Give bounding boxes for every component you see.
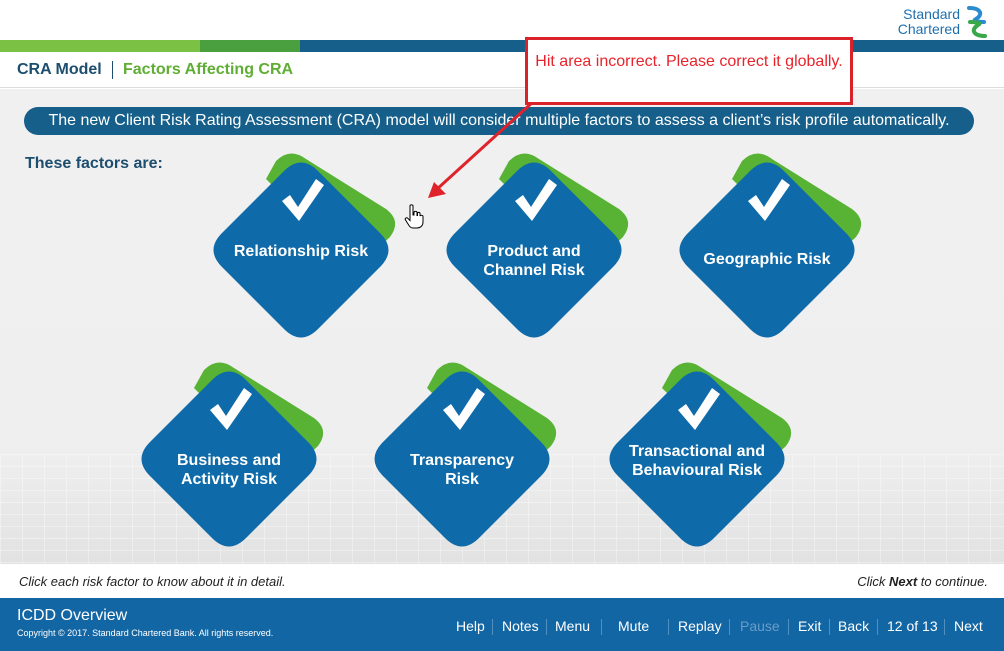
page-counter: 12 of 13	[887, 618, 938, 634]
back-button[interactable]: Back	[838, 618, 869, 634]
pause-button: Pause	[740, 618, 780, 634]
tile-relationship-risk[interactable]: Relationship Risk	[206, 149, 396, 354]
nav-divider	[668, 619, 669, 635]
course-title: ICDD Overview	[17, 607, 128, 624]
next-instruction: Click Next to continue.	[857, 574, 988, 589]
tile-label: Product and Channel Risk	[483, 243, 585, 279]
stripe-segment	[300, 40, 450, 52]
nav-divider	[601, 619, 602, 635]
breadcrumb-divider	[112, 61, 113, 79]
tile-transactional-behavioural-risk[interactable]: Transactional and Behavioural Risk	[602, 358, 792, 563]
tile-label: Geographic Risk	[703, 251, 831, 268]
factors-label: These factors are:	[25, 155, 163, 172]
tile-product-channel-risk[interactable]: Product and Channel Risk	[439, 149, 629, 354]
brand-name: Standard Chartered	[897, 6, 960, 37]
nav-divider	[788, 619, 789, 635]
next-button[interactable]: Next	[954, 618, 983, 634]
nav-divider	[492, 619, 493, 635]
stripe-segment	[0, 40, 200, 52]
tile-label: Transparency Risk	[409, 452, 515, 488]
instruction-bar: Click each risk factor to know about it …	[0, 564, 1004, 598]
breadcrumb-page-title: Factors Affecting CRA	[123, 61, 294, 78]
intro-banner: The new Client Risk Rating Assessment (C…	[24, 107, 974, 135]
mute-button[interactable]: Mute	[618, 618, 649, 634]
menu-button[interactable]: Menu	[555, 618, 590, 634]
replay-button[interactable]: Replay	[678, 618, 722, 634]
breadcrumb: CRA Model Factors Affecting CRA	[0, 52, 1004, 88]
tile-business-activity-risk[interactable]: Business and Activity Risk	[134, 358, 324, 563]
sc-logo-icon	[967, 6, 987, 38]
tile-label: Relationship Risk	[233, 243, 369, 260]
copyright-text: Copyright © 2017. Standard Chartered Ban…	[17, 628, 274, 638]
nav-divider	[829, 619, 830, 635]
top-bar: Standard Chartered	[0, 0, 1004, 40]
instruction-text: Click each risk factor to know about it …	[19, 574, 286, 589]
breadcrumb-model: CRA Model	[17, 61, 102, 78]
footer-bar: ICDD Overview Copyright © 2017. Standard…	[0, 598, 1004, 651]
color-stripe	[0, 40, 1004, 52]
notes-button[interactable]: Notes	[502, 618, 539, 634]
nav-divider	[944, 619, 945, 635]
review-annotation: Hit area incorrect. Please correct it gl…	[525, 37, 853, 105]
hand-cursor-icon	[404, 204, 424, 229]
nav-divider	[546, 619, 547, 635]
nav-divider	[877, 619, 878, 635]
tile-label: Transactional and Behavioural Risk	[628, 443, 766, 479]
brand: Standard Chartered	[898, 6, 990, 38]
help-button[interactable]: Help	[456, 618, 485, 634]
tile-geographic-risk[interactable]: Geographic Risk	[672, 149, 862, 354]
content-stage: The new Client Risk Rating Assessment (C…	[0, 89, 1004, 564]
exit-button[interactable]: Exit	[798, 618, 821, 634]
tile-label: Business and Activity Risk	[176, 452, 282, 488]
stripe-segment	[200, 40, 300, 52]
tile-transparency-risk[interactable]: Transparency Risk	[367, 358, 557, 563]
nav-divider	[729, 619, 730, 635]
